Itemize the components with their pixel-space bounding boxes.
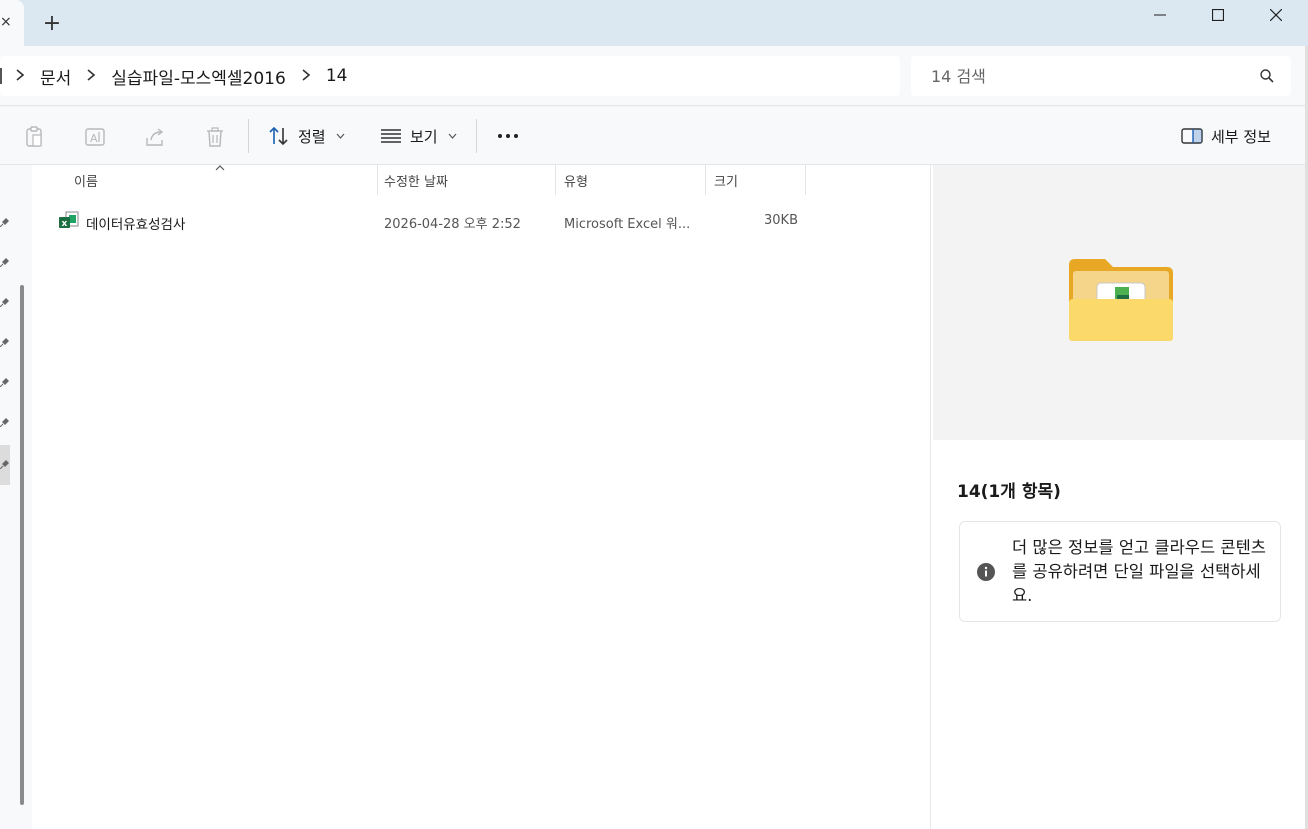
details-pane-icon [1181, 128, 1203, 144]
column-header-label: 이름 [74, 174, 98, 190]
pin-icon[interactable] [0, 377, 10, 387]
column-header-modified[interactable]: 수정한 날짜 [376, 165, 556, 195]
breadcrumb-practice-folder[interactable]: 실습파일-모스엑셀2016 [111, 64, 286, 89]
chevron-right-icon[interactable] [0, 67, 40, 86]
address-bar-edge [0, 68, 2, 84]
maximize-button[interactable] [1189, 0, 1247, 30]
address-bar[interactable]: 문서 실습파일-모스엑셀2016 14 [0, 56, 900, 96]
close-icon [1270, 9, 1282, 21]
column-header-type[interactable]: 유형 [556, 165, 706, 195]
title-bar: × + [0, 0, 1308, 46]
preview-area [933, 165, 1308, 440]
table-row[interactable]: x 데이터유효성검사 2026-04-28 오후 2:52 Microsoft … [52, 205, 812, 235]
pin-icon[interactable] [0, 217, 10, 227]
share-icon[interactable] [143, 125, 167, 149]
info-message: 더 많은 정보를 얻고 클라우드 콘텐츠를 공유하려면 단일 파일을 선택하세요… [1012, 538, 1266, 605]
active-tab[interactable]: × [0, 0, 24, 46]
breadcrumb-documents[interactable]: 문서 [40, 64, 71, 89]
view-icon [381, 129, 401, 143]
toolbar-divider [476, 119, 477, 153]
column-header-size[interactable]: 크기 [706, 165, 806, 195]
file-list[interactable]: 이름 수정한 날짜 유형 크기 x 데이터유효성검사 2026-04-28 오후… [32, 165, 930, 829]
excel-file-icon: x [58, 210, 80, 234]
delete-icon[interactable] [203, 125, 227, 149]
view-button[interactable]: 보기 [380, 121, 457, 151]
maximize-icon [1212, 9, 1224, 21]
close-button[interactable] [1247, 0, 1305, 30]
minimize-button[interactable] [1131, 0, 1189, 30]
file-type: Microsoft Excel 워... [564, 217, 691, 232]
chevron-down-icon [448, 131, 457, 142]
nav-scrollbar[interactable] [20, 285, 24, 805]
file-modified: 2026-04-28 오후 2:52 [384, 217, 521, 232]
search-box[interactable] [911, 56, 1291, 96]
chevron-right-icon[interactable] [71, 67, 111, 86]
breadcrumb-current-folder[interactable]: 14 [326, 66, 348, 86]
navigation-pane[interactable] [0, 165, 32, 829]
toolbar-divider [248, 119, 249, 153]
pin-icon[interactable] [0, 337, 10, 347]
pin-icon[interactable] [0, 257, 10, 267]
info-icon [976, 562, 996, 586]
sort-label: 정렬 [298, 127, 326, 146]
chevron-down-icon [336, 131, 345, 142]
view-label: 보기 [410, 127, 438, 146]
column-header-name[interactable]: 이름 [66, 165, 378, 195]
column-header-label: 크기 [714, 174, 738, 190]
address-row: 문서 실습파일-모스엑셀2016 14 [0, 46, 1308, 106]
minimize-icon [1154, 14, 1166, 16]
details-title: 14(1개 항목) [957, 482, 1061, 502]
sort-icon [269, 126, 288, 146]
tab-close-icon[interactable]: × [0, 14, 12, 30]
rename-icon[interactable]: A [83, 125, 107, 149]
info-card: 더 많은 정보를 얻고 클라우드 콘텐츠를 공유하려면 단일 파일을 선택하세요… [959, 521, 1281, 622]
column-header-label: 수정한 날짜 [384, 174, 448, 190]
pin-icon[interactable] [0, 417, 10, 427]
file-size: 30KB [764, 213, 798, 228]
new-tab-icon[interactable]: + [40, 12, 64, 36]
svg-text:x: x [62, 219, 68, 229]
sort-button[interactable]: 정렬 [268, 121, 345, 151]
more-icon[interactable] [494, 121, 522, 151]
pin-icon[interactable] [0, 459, 10, 469]
chevron-right-icon[interactable] [286, 67, 326, 86]
column-header-label: 유형 [564, 174, 588, 190]
command-bar: A 정렬 보기 세부 정보 [0, 107, 1308, 165]
details-pane: 14(1개 항목) 더 많은 정보를 얻고 클라우드 콘텐츠를 공유하려면 단일… [930, 165, 1308, 829]
search-icon[interactable] [1259, 68, 1275, 88]
search-input[interactable] [931, 66, 1241, 86]
folder-icon [1069, 259, 1173, 341]
svg-text:A: A [90, 132, 98, 145]
pin-icon[interactable] [0, 297, 10, 307]
file-name: 데이터유효성검사 [86, 217, 186, 233]
details-pane-button[interactable]: 세부 정보 [1181, 121, 1271, 151]
paste-icon[interactable] [22, 125, 46, 149]
details-pane-label: 세부 정보 [1211, 127, 1271, 146]
